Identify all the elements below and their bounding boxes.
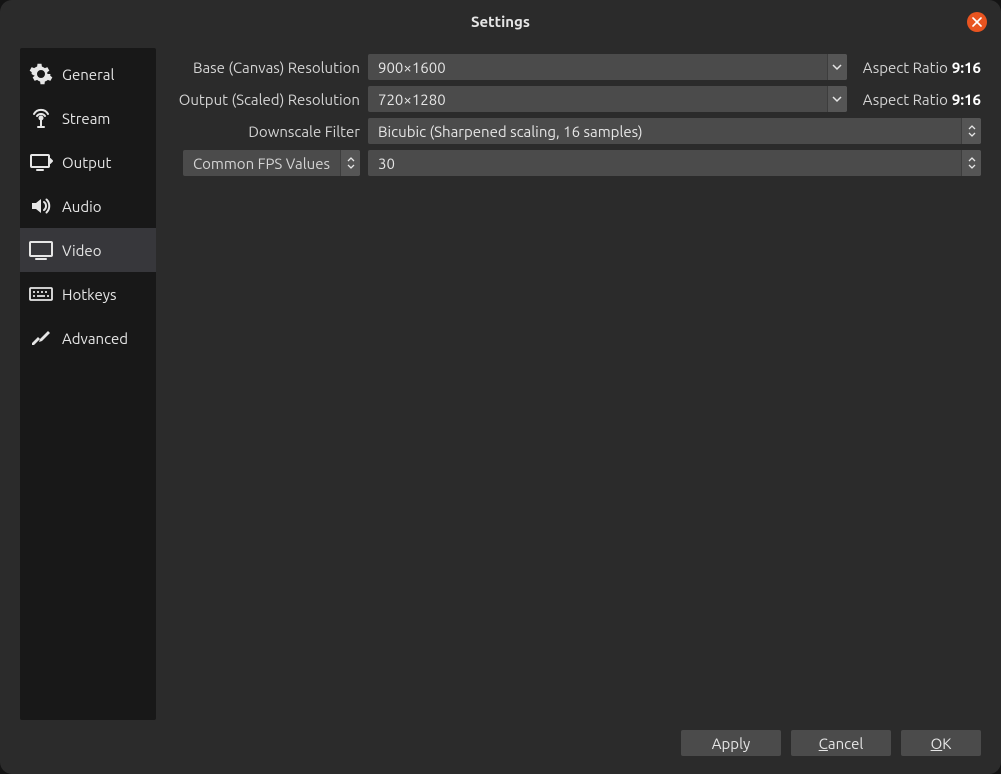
settings-window: Settings General Stream [0, 0, 1001, 774]
updown-icon [961, 150, 981, 176]
base-aspect-ratio: Aspect Ratio 9:16 [855, 59, 981, 76]
fps-row: Common FPS Values 30 [176, 150, 981, 176]
window-body: General Stream Output [0, 42, 1001, 774]
output-resolution-label: Output (Scaled) Resolution [176, 91, 360, 108]
cancel-button[interactable]: Cancel [791, 730, 891, 756]
aspect-value: 9:16 [952, 91, 981, 108]
sidebar-item-label: Hotkeys [62, 286, 116, 303]
fps-mode-selector[interactable]: Common FPS Values [183, 150, 360, 176]
chevron-down-icon [827, 86, 847, 112]
sidebar-item-general[interactable]: General [20, 52, 156, 96]
output-icon [26, 150, 56, 174]
titlebar: Settings [0, 0, 1001, 42]
base-resolution-row: Base (Canvas) Resolution 900×1600 Aspect… [176, 54, 981, 80]
output-resolution-value: 720×1280 [378, 91, 827, 108]
settings-sidebar: General Stream Output [20, 48, 156, 720]
window-title: Settings [471, 13, 530, 30]
sidebar-item-label: Output [62, 154, 111, 171]
close-button[interactable] [967, 12, 987, 32]
sidebar-item-label: Audio [62, 198, 102, 215]
sidebar-item-hotkeys[interactable]: Hotkeys [20, 272, 156, 316]
dialog-footer: Apply Cancel OK [20, 720, 981, 756]
sidebar-item-output[interactable]: Output [20, 140, 156, 184]
video-settings-panel: Base (Canvas) Resolution 900×1600 Aspect… [176, 48, 981, 720]
sidebar-item-label: General [62, 66, 114, 83]
button-label: Apply [712, 735, 750, 752]
close-icon [972, 17, 982, 27]
downscale-filter-label: Downscale Filter [176, 123, 360, 140]
aspect-label: Aspect Ratio [863, 59, 948, 76]
output-aspect-ratio: Aspect Ratio 9:16 [855, 91, 981, 108]
sidebar-item-advanced[interactable]: Advanced [20, 316, 156, 360]
aspect-value: 9:16 [952, 59, 981, 76]
updown-icon [340, 150, 360, 176]
fps-mode-label: Common FPS Values [183, 155, 340, 172]
base-resolution-label: Base (Canvas) Resolution [176, 59, 360, 76]
chevron-down-icon [827, 54, 847, 80]
base-resolution-value: 900×1600 [378, 59, 827, 76]
fps-value-combo[interactable]: 30 [368, 150, 981, 176]
downscale-filter-combo[interactable]: Bicubic (Sharpened scaling, 16 samples) [368, 118, 981, 144]
downscale-filter-row: Downscale Filter Bicubic (Sharpened scal… [176, 118, 981, 144]
aspect-label: Aspect Ratio [863, 91, 948, 108]
sidebar-item-label: Advanced [62, 330, 128, 347]
sidebar-item-label: Stream [62, 110, 110, 127]
sidebar-item-label: Video [62, 242, 101, 259]
gear-icon [26, 62, 56, 86]
button-label: OK [931, 735, 952, 752]
content-row: General Stream Output [20, 48, 981, 720]
apply-button[interactable]: Apply [681, 730, 781, 756]
keyboard-icon [26, 282, 56, 306]
speaker-icon [26, 194, 56, 218]
downscale-filter-value: Bicubic (Sharpened scaling, 16 samples) [378, 123, 961, 140]
antenna-icon [26, 106, 56, 130]
base-resolution-combo[interactable]: 900×1600 [368, 54, 847, 80]
output-resolution-combo[interactable]: 720×1280 [368, 86, 847, 112]
ok-button[interactable]: OK [901, 730, 981, 756]
fps-value: 30 [378, 155, 961, 172]
monitor-icon [26, 238, 56, 262]
sidebar-item-video[interactable]: Video [20, 228, 156, 272]
tools-icon [26, 326, 56, 350]
output-resolution-row: Output (Scaled) Resolution 720×1280 Aspe… [176, 86, 981, 112]
sidebar-item-stream[interactable]: Stream [20, 96, 156, 140]
updown-icon [961, 118, 981, 144]
sidebar-item-audio[interactable]: Audio [20, 184, 156, 228]
button-label: Cancel [819, 735, 864, 752]
